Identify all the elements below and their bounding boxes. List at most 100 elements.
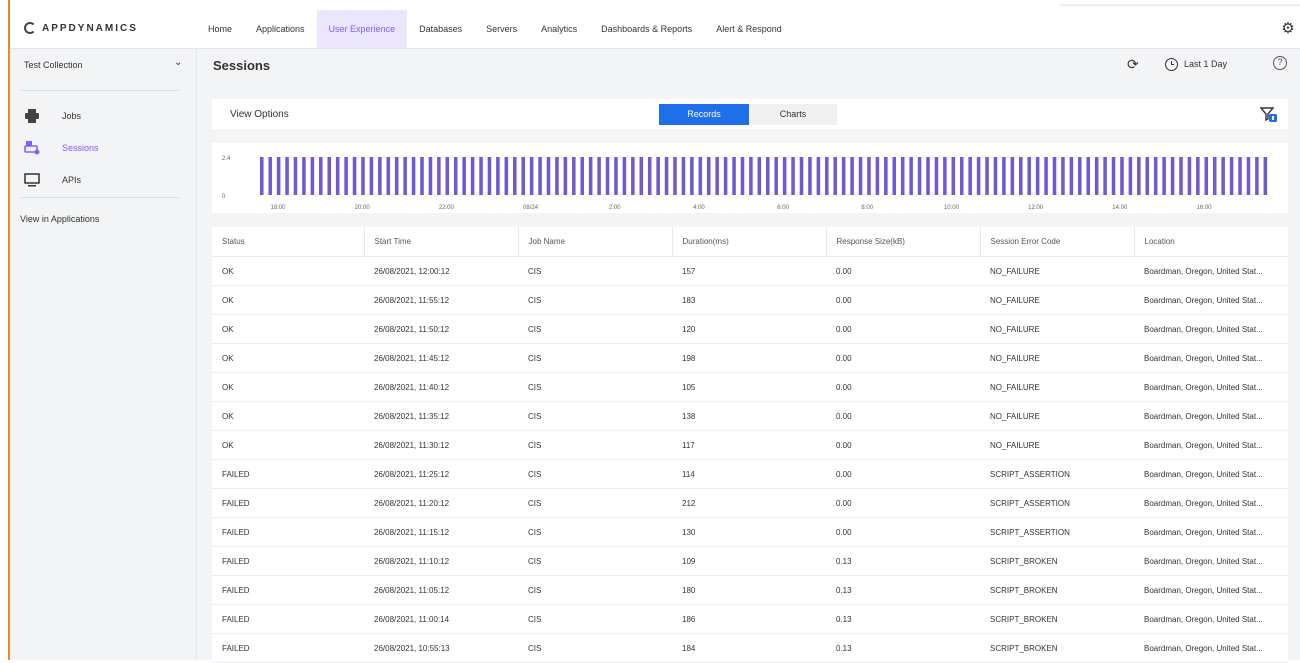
- chart-bar[interactable]: [833, 157, 838, 195]
- column-header-location[interactable]: Location: [1134, 227, 1288, 257]
- chart-bar[interactable]: [1120, 157, 1124, 195]
- chart-bar[interactable]: [976, 157, 981, 195]
- nav-item-dashboards-reports[interactable]: Dashboards & Reports: [589, 10, 704, 48]
- nav-item-home[interactable]: Home: [196, 10, 244, 48]
- chart-bar[interactable]: [293, 157, 298, 195]
- chart-bar[interactable]: [268, 157, 272, 195]
- chart-bar[interactable]: [411, 157, 416, 195]
- table-row[interactable]: FAILED 26/08/2021, 11:25:12 CIS 114 0.00 SCRI…: [212, 459, 1288, 489]
- chart-bar[interactable]: [1170, 157, 1175, 195]
- chart-bar[interactable]: [1263, 157, 1268, 195]
- chart-bar[interactable]: [799, 157, 804, 195]
- chart-bar[interactable]: [1204, 157, 1209, 195]
- chart-bar[interactable]: [529, 157, 534, 195]
- chart-bar[interactable]: [369, 157, 374, 195]
- chart-bar[interactable]: [647, 157, 652, 195]
- sidebar-item-jobs[interactable]: Jobs: [10, 103, 196, 131]
- chart-bar[interactable]: [1196, 157, 1200, 195]
- chart-bar[interactable]: [504, 157, 509, 195]
- chart-bar[interactable]: [453, 157, 458, 195]
- chart-bar[interactable]: [538, 157, 542, 195]
- chart-bar[interactable]: [926, 157, 930, 195]
- column-header-start-time[interactable]: Start Time: [364, 227, 519, 257]
- chart-bar[interactable]: [1002, 157, 1006, 195]
- chart-bar[interactable]: [386, 157, 391, 195]
- table-row[interactable]: FAILED 26/08/2021, 11:00:14 CIS 186 0.13 SCRI…: [212, 604, 1288, 634]
- chart-bar[interactable]: [740, 157, 745, 195]
- table-row[interactable]: OK 26/08/2021, 11:30:12 CIS 117 0.00 NO_FAILU…: [212, 430, 1288, 460]
- chart-bar[interactable]: [1078, 157, 1082, 195]
- chart-bar[interactable]: [1061, 157, 1065, 195]
- chart-bar[interactable]: [588, 157, 593, 195]
- chart-bar[interactable]: [327, 157, 332, 195]
- chart-bar[interactable]: [555, 157, 559, 195]
- chart-bar[interactable]: [664, 157, 669, 195]
- chart-bar[interactable]: [344, 157, 348, 195]
- chart-bar[interactable]: [782, 157, 787, 195]
- nav-item-applications[interactable]: Applications: [244, 10, 317, 48]
- chart-bar[interactable]: [757, 157, 762, 195]
- chart-bar[interactable]: [445, 157, 450, 195]
- table-row[interactable]: OK 26/08/2021, 11:55:12 CIS 183 0.00 NO_FAILU…: [212, 285, 1288, 315]
- chart-bar[interactable]: [1238, 157, 1242, 195]
- chart-bar[interactable]: [352, 157, 357, 195]
- chart-bar[interactable]: [260, 157, 264, 195]
- chart-bar[interactable]: [715, 157, 719, 195]
- chart-bar[interactable]: [403, 157, 407, 195]
- chart-bar[interactable]: [681, 157, 686, 195]
- table-row[interactable]: FAILED 26/08/2021, 11:15:12 CIS 130 0.00 SCRI…: [212, 517, 1288, 547]
- table-row[interactable]: OK 26/08/2021, 12:00:12 CIS 157 0.00 NO_FAILU…: [212, 256, 1288, 286]
- chart-bar[interactable]: [1035, 157, 1040, 195]
- chart-bar[interactable]: [521, 157, 525, 195]
- chart-bar[interactable]: [1229, 157, 1234, 195]
- chart-bar[interactable]: [639, 157, 644, 195]
- chart-bar[interactable]: [656, 157, 660, 195]
- chart-bar[interactable]: [1019, 157, 1023, 195]
- chart-bar[interactable]: [858, 157, 863, 195]
- chart-bar[interactable]: [378, 157, 382, 195]
- column-header-error-code[interactable]: Session Error Code: [980, 227, 1135, 257]
- chart-bar[interactable]: [319, 157, 323, 195]
- chart-bar[interactable]: [1153, 157, 1158, 195]
- column-header-status[interactable]: Status: [212, 227, 365, 257]
- refresh-icon[interactable]: ⟳: [1127, 57, 1141, 71]
- chart-bar[interactable]: [1221, 157, 1225, 195]
- chart-bar[interactable]: [276, 157, 281, 195]
- table-row[interactable]: FAILED 26/08/2021, 11:10:12 CIS 109 0.13 SCRI…: [212, 546, 1288, 576]
- view-options-button[interactable]: View Options: [230, 109, 289, 120]
- chart-bar[interactable]: [310, 157, 315, 195]
- chart-bar[interactable]: [791, 157, 795, 195]
- chart-bar[interactable]: [335, 157, 340, 195]
- chart-bar[interactable]: [892, 157, 897, 195]
- chart-bar[interactable]: [816, 157, 821, 195]
- chart-bar[interactable]: [867, 157, 871, 195]
- chart-bar[interactable]: [749, 157, 753, 195]
- chart-bar[interactable]: [1111, 157, 1116, 195]
- chart-bar[interactable]: [563, 157, 568, 195]
- chart-bar[interactable]: [875, 157, 880, 195]
- chart-bar[interactable]: [1246, 157, 1251, 195]
- chart-bar[interactable]: [1145, 157, 1150, 195]
- table-row[interactable]: FAILED 26/08/2021, 10:55:13 CIS 184 0.13 SCRI…: [212, 633, 1288, 663]
- nav-item-databases[interactable]: Databases: [407, 10, 474, 48]
- chart-bar[interactable]: [1162, 157, 1166, 195]
- chart-bar[interactable]: [597, 157, 601, 195]
- chart-bar[interactable]: [723, 157, 728, 195]
- table-row[interactable]: FAILED 26/08/2021, 11:20:12 CIS 212 0.00 SCRI…: [212, 488, 1288, 518]
- chart-bar[interactable]: [437, 157, 441, 195]
- chart-bar[interactable]: [1094, 157, 1099, 195]
- sidebar-item-sessions[interactable]: Sessions: [10, 135, 196, 163]
- chart-bar[interactable]: [841, 157, 846, 195]
- chart-bar[interactable]: [580, 157, 585, 195]
- chart-bar[interactable]: [808, 157, 812, 195]
- chart-bar[interactable]: [622, 157, 627, 195]
- chart-bar[interactable]: [934, 157, 939, 195]
- chart-bar[interactable]: [1044, 157, 1048, 195]
- chart-bar[interactable]: [1212, 157, 1217, 195]
- chart-bar[interactable]: [361, 157, 365, 195]
- table-row[interactable]: OK 26/08/2021, 11:50:12 CIS 120 0.00 NO_FAILU…: [212, 314, 1288, 344]
- nav-item-analytics[interactable]: Analytics: [529, 10, 589, 48]
- chart-bar[interactable]: [968, 157, 972, 195]
- chart-bar[interactable]: [698, 157, 703, 195]
- chart-bar[interactable]: [993, 157, 998, 195]
